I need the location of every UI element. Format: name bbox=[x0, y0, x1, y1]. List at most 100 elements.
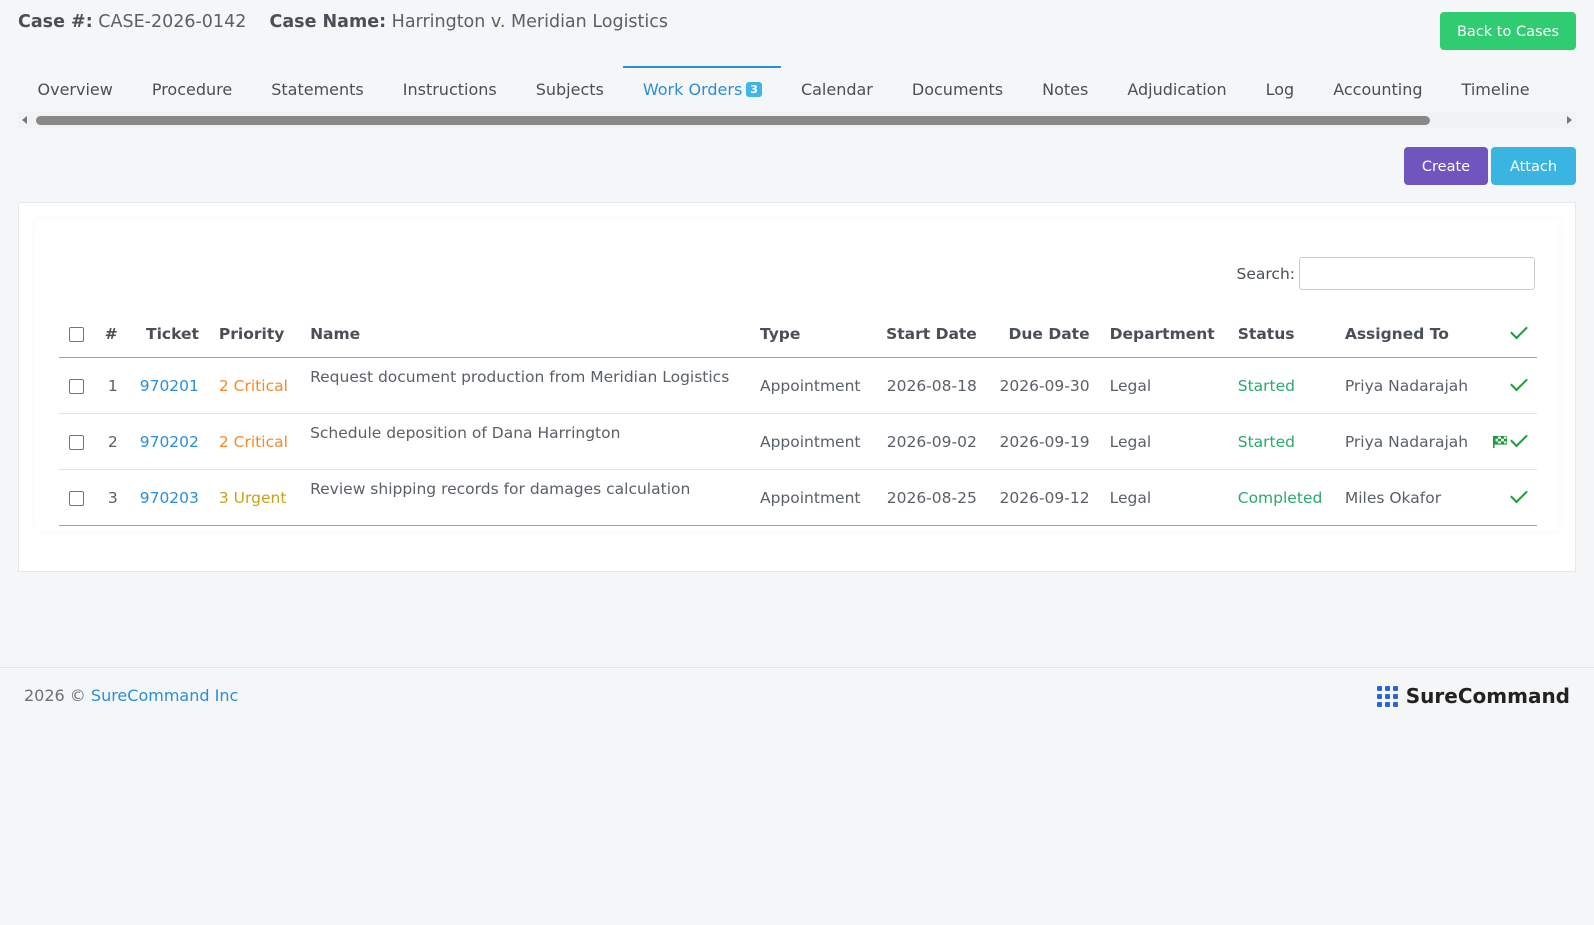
tab-overview[interactable]: Overview bbox=[18, 66, 132, 112]
table-row[interactable]: 1 970201 2 Critical Request document produc… bbox=[59, 357, 1537, 414]
ticket-link[interactable]: 970202 bbox=[127, 413, 209, 470]
action-buttons: Create Attach bbox=[1404, 147, 1576, 185]
status: Started bbox=[1227, 357, 1335, 414]
tab-label: Instructions bbox=[402, 80, 497, 99]
due-date: 2026-09-12 bbox=[986, 469, 1100, 526]
row-number: 1 bbox=[94, 357, 128, 414]
tab-documents[interactable]: Documents bbox=[892, 66, 1022, 112]
status: Completed bbox=[1227, 469, 1335, 526]
search-label: Search: bbox=[1236, 264, 1295, 283]
department: Legal bbox=[1099, 413, 1228, 470]
scroll-left-arrow-icon[interactable] bbox=[22, 116, 27, 124]
search-input[interactable] bbox=[1299, 257, 1535, 290]
type: Appointment bbox=[749, 469, 874, 526]
priority: 3 Urgent bbox=[208, 469, 301, 526]
col-num[interactable]: # bbox=[94, 311, 128, 358]
scroll-right-arrow-icon[interactable] bbox=[1567, 116, 1572, 124]
priority: 2 Critical bbox=[208, 413, 301, 470]
tab-label: Procedure bbox=[151, 80, 233, 99]
tab-label: Documents bbox=[911, 80, 1004, 99]
tab-label: Statements bbox=[271, 80, 364, 99]
table-row[interactable]: 2 970202 2 Critical Schedule deposition of … bbox=[59, 413, 1537, 470]
department: Legal bbox=[1099, 469, 1228, 526]
table-row[interactable]: 3 970203 3 Urgent Review shipping records f… bbox=[59, 469, 1537, 526]
company-link[interactable]: SureCommand Inc bbox=[91, 686, 238, 705]
attach-button[interactable]: Attach bbox=[1491, 147, 1576, 185]
tab-statements[interactable]: Statements bbox=[252, 66, 384, 112]
work-orders-panel: Search: # Ticket Priority Name Type Star… bbox=[18, 202, 1576, 572]
col-name[interactable]: Name bbox=[300, 311, 750, 358]
assigned-to: Priya Nadarajah bbox=[1334, 357, 1482, 414]
col-status[interactable]: Status bbox=[1227, 311, 1335, 358]
table-header-row: # Ticket Priority Name Type Start Date D… bbox=[59, 311, 1537, 358]
tab-label: Timeline bbox=[1461, 80, 1530, 99]
tab-label: Notes bbox=[1042, 80, 1089, 99]
start-date: 2026-09-02 bbox=[873, 413, 987, 470]
create-button[interactable]: Create bbox=[1404, 147, 1488, 185]
case-number-label: Case #: bbox=[18, 12, 93, 32]
tab-subjects[interactable]: Subjects bbox=[516, 66, 623, 112]
due-date: 2026-09-30 bbox=[986, 357, 1100, 414]
col-start-date[interactable]: Start Date bbox=[873, 311, 987, 358]
work-orders-card: Search: # Ticket Priority Name Type Star… bbox=[35, 219, 1559, 531]
type: Appointment bbox=[749, 413, 874, 470]
tab-accounting[interactable]: Accounting bbox=[1314, 66, 1442, 112]
col-due-date[interactable]: Due Date bbox=[986, 311, 1100, 358]
check-icon[interactable] bbox=[1510, 373, 1528, 391]
tab-label: Subjects bbox=[535, 80, 604, 99]
copyright-text: 2026 © bbox=[24, 686, 86, 705]
row-checkbox[interactable] bbox=[69, 434, 84, 450]
tab-label: Adjudication bbox=[1127, 80, 1227, 99]
back-to-cases-button[interactable]: Back to Cases bbox=[1440, 12, 1576, 50]
case-header: Case #: CASE-2026-0142 Case Name: Harrin… bbox=[18, 12, 1576, 52]
row-checkbox[interactable] bbox=[69, 490, 84, 506]
row-checkbox[interactable] bbox=[69, 378, 84, 394]
tabs-list: Overview Procedure Statements Instructions S… bbox=[18, 66, 1549, 112]
ticket-link[interactable]: 970203 bbox=[127, 469, 209, 526]
tab-label: Log bbox=[1265, 80, 1295, 99]
brand-grid-icon bbox=[1376, 685, 1398, 707]
tab-label: Accounting bbox=[1333, 80, 1423, 99]
tab-log[interactable]: Log bbox=[1246, 66, 1314, 112]
tab-adjudication[interactable]: Adjudication bbox=[1108, 66, 1246, 112]
search-row: Search: bbox=[1237, 257, 1535, 290]
assigned-to: Priya Nadarajah bbox=[1334, 413, 1482, 470]
tab-calendar[interactable]: Calendar bbox=[781, 66, 892, 112]
start-date: 2026-08-25 bbox=[873, 469, 987, 526]
tab-label: Calendar bbox=[800, 80, 873, 99]
scroll-thumb[interactable] bbox=[36, 116, 1430, 125]
check-icon[interactable] bbox=[1510, 429, 1528, 447]
col-type[interactable]: Type bbox=[749, 311, 874, 358]
tab-procedure[interactable]: Procedure bbox=[132, 66, 251, 112]
tab-label: Work Orders bbox=[642, 80, 743, 99]
ticket-link[interactable]: 970201 bbox=[127, 357, 209, 414]
tab-bar: Overview Procedure Statements Instructions S… bbox=[18, 66, 1576, 130]
brand-logo: SureCommand bbox=[1376, 684, 1570, 708]
status: Started bbox=[1227, 413, 1335, 470]
footer: 2026 © SureCommand Inc SureCommand bbox=[0, 667, 1594, 728]
col-department[interactable]: Department bbox=[1099, 311, 1228, 358]
case-info: Case #: CASE-2026-0142 Case Name: Harrin… bbox=[18, 12, 668, 32]
priority: 2 Critical bbox=[208, 357, 301, 414]
tab-work-orders[interactable]: Work Orders 3 bbox=[623, 66, 782, 112]
due-date: 2026-09-19 bbox=[986, 413, 1100, 470]
work-order-name: Review shipping records for damages calc… bbox=[300, 469, 750, 526]
brand-name: SureCommand bbox=[1405, 684, 1570, 708]
tab-instructions[interactable]: Instructions bbox=[383, 66, 516, 112]
start-date: 2026-08-18 bbox=[873, 357, 987, 414]
col-assigned-to[interactable]: Assigned To bbox=[1334, 311, 1482, 358]
col-priority[interactable]: Priority bbox=[208, 311, 301, 358]
tab-label: Overview bbox=[37, 80, 113, 99]
tab-timeline[interactable]: Timeline bbox=[1442, 66, 1549, 112]
select-all-checkbox[interactable] bbox=[69, 327, 84, 342]
check-icon[interactable] bbox=[1510, 485, 1528, 503]
check-all-icon[interactable] bbox=[1510, 321, 1528, 340]
tab-scrollbar[interactable] bbox=[18, 112, 1576, 128]
case-number: CASE-2026-0142 bbox=[98, 12, 247, 32]
type: Appointment bbox=[749, 357, 874, 414]
finish-flag-icon[interactable] bbox=[1493, 436, 1507, 448]
work-order-name: Request document production from Meridia… bbox=[300, 357, 750, 414]
tab-notes[interactable]: Notes bbox=[1023, 66, 1108, 112]
assigned-to: Miles Okafor bbox=[1334, 469, 1482, 526]
col-ticket[interactable]: Ticket bbox=[127, 311, 209, 358]
